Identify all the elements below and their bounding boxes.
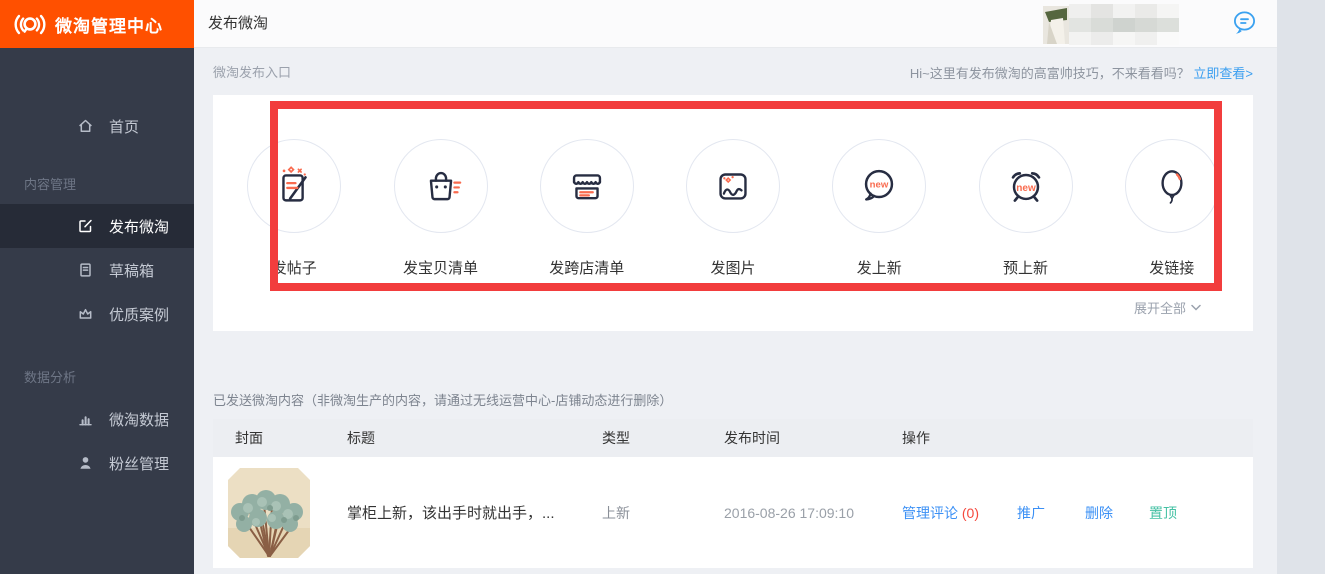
entry-label: 发跨店清单: [549, 257, 624, 278]
manage-comments-link[interactable]: 管理评论 (0): [902, 503, 979, 523]
pin-top-link[interactable]: 置顶: [1149, 503, 1177, 523]
row-publish-time: 2016-08-26 17:09:10: [702, 505, 880, 521]
entry-label: 发宝贝清单: [403, 257, 478, 278]
bar-chart-icon: [77, 411, 94, 428]
bag-icon: [418, 163, 464, 209]
page-title: 发布微淘: [208, 0, 268, 48]
alarm-new-icon: new: [1003, 163, 1049, 209]
post-icon: [271, 163, 317, 209]
sidebar-item-label: 首页: [109, 116, 139, 137]
sidebar-item-label: 优质案例: [109, 304, 169, 325]
weitao-broadcast-icon: [13, 11, 47, 38]
entry-circle: new: [832, 139, 926, 233]
entry-label: 发上新: [857, 257, 902, 278]
entry-item-new-arrival[interactable]: new 发上新: [814, 139, 944, 278]
chat-bubble-icon[interactable]: [1231, 10, 1258, 38]
avatar[interactable]: [1043, 4, 1179, 45]
sidebar-item-label: 发布微淘: [109, 216, 169, 237]
expand-all-button[interactable]: 展开全部: [1134, 298, 1201, 317]
sidebar-item-weitao-data[interactable]: 微淘数据: [0, 397, 194, 441]
entry-label: 发帖子: [272, 257, 317, 278]
cover-image-flowers[interactable]: [228, 468, 310, 558]
row-type: 上新: [580, 503, 702, 523]
entry-circle: [1125, 139, 1219, 233]
column-header-cover: 封面: [213, 428, 325, 448]
entry-item-link[interactable]: 发链接: [1107, 139, 1237, 278]
entry-item-pre-new[interactable]: new 预上新: [961, 139, 1091, 278]
storefront-icon: [564, 163, 610, 209]
cover-cell: [213, 468, 325, 558]
table-header: 封面 标题 类型 发布时间 操作: [213, 419, 1253, 457]
new-badge-text: new: [1016, 183, 1036, 194]
row-title: 掌柜上新，该出手时就出手，...: [325, 502, 580, 523]
sidebar-item-label: 粉丝管理: [109, 453, 169, 474]
chevron-down-icon: [1191, 304, 1201, 311]
entry-item-goods-list[interactable]: 发宝贝清单: [376, 139, 506, 278]
promote-link[interactable]: 推广: [1017, 503, 1045, 523]
draft-document-icon: [77, 262, 94, 279]
entry-panel: 发帖子: [213, 95, 1253, 331]
entry-circle: [540, 139, 634, 233]
sidebar-item-publish[interactable]: 发布微淘: [0, 204, 194, 248]
sidebar-item-cases[interactable]: 优质案例: [0, 292, 194, 336]
entry-circle: [247, 139, 341, 233]
column-header-time: 发布时间: [702, 428, 880, 448]
weitao-admin-app: 微淘管理中心 首页 内容管理: [0, 0, 1325, 574]
right-gutter: [1277, 0, 1325, 574]
sidebar-section-data-analysis: 数据分析: [0, 368, 194, 388]
sidebar-section-content-mgmt: 内容管理: [0, 175, 194, 195]
row-actions: 管理评论 (0) 推广 删除 置顶: [880, 503, 1253, 523]
expand-all-label: 展开全部: [1134, 298, 1186, 317]
entry-item-post[interactable]: 发帖子: [229, 139, 359, 278]
person-icon: [77, 455, 94, 472]
image-icon: [710, 163, 756, 209]
home-icon: [77, 118, 94, 135]
balloon-icon: [1149, 163, 1195, 209]
sidebar: 微淘管理中心 首页 内容管理: [0, 0, 194, 574]
sidebar-nav: 首页 内容管理 发布微淘: [0, 48, 194, 485]
sent-content-section-label: 已发送微淘内容（非微淘生产的内容，请通过无线运营中心-店铺动态进行删除）: [213, 390, 672, 409]
entry-circle: new: [979, 139, 1073, 233]
table-row: 掌柜上新，该出手时就出手，... 上新 2016-08-26 17:09:10 …: [213, 457, 1253, 568]
entry-section-label: 微淘发布入口: [213, 62, 291, 81]
column-header-title: 标题: [325, 428, 580, 448]
comments-count: (0): [962, 505, 979, 521]
brand-logo[interactable]: 微淘管理中心: [0, 0, 194, 48]
sidebar-item-label: 微淘数据: [109, 409, 169, 430]
entry-item-crossstore-list[interactable]: 发跨店清单: [522, 139, 652, 278]
new-badge-text: new: [870, 179, 889, 190]
sidebar-item-home[interactable]: 首页: [0, 104, 194, 148]
delete-link[interactable]: 删除: [1085, 503, 1113, 523]
entry-list: 发帖子: [213, 139, 1253, 278]
crown-icon: [77, 306, 94, 323]
new-bubble-icon: new: [856, 163, 902, 209]
entry-circle: [394, 139, 488, 233]
column-header-type: 类型: [580, 428, 702, 448]
promo-text: Hi~这里有发布微淘的高富帅技巧，不来看看吗？: [910, 66, 1190, 81]
entry-label: 发链接: [1149, 257, 1194, 278]
sidebar-item-drafts[interactable]: 草稿箱: [0, 248, 194, 292]
promo-view-link[interactable]: 立即查看>: [1193, 66, 1253, 81]
sidebar-item-label: 草稿箱: [109, 260, 154, 281]
entry-label: 预上新: [1003, 257, 1048, 278]
promo-message: Hi~这里有发布微淘的高富帅技巧，不来看看吗？ 立即查看>: [910, 63, 1253, 82]
entry-circle: [686, 139, 780, 233]
column-header-actions: 操作: [880, 428, 1253, 448]
sidebar-item-fans[interactable]: 粉丝管理: [0, 441, 194, 485]
entry-item-image[interactable]: 发图片: [668, 139, 798, 278]
brand-title: 微淘管理中心: [55, 12, 163, 37]
main-content: 微淘发布入口 Hi~这里有发布微淘的高富帅技巧，不来看看吗？ 立即查看>: [194, 48, 1277, 574]
entry-label: 发图片: [710, 257, 755, 278]
top-header: 发布微淘: [194, 0, 1277, 48]
manage-comments-label: 管理评论: [902, 505, 958, 521]
edit-square-icon: [77, 218, 94, 235]
